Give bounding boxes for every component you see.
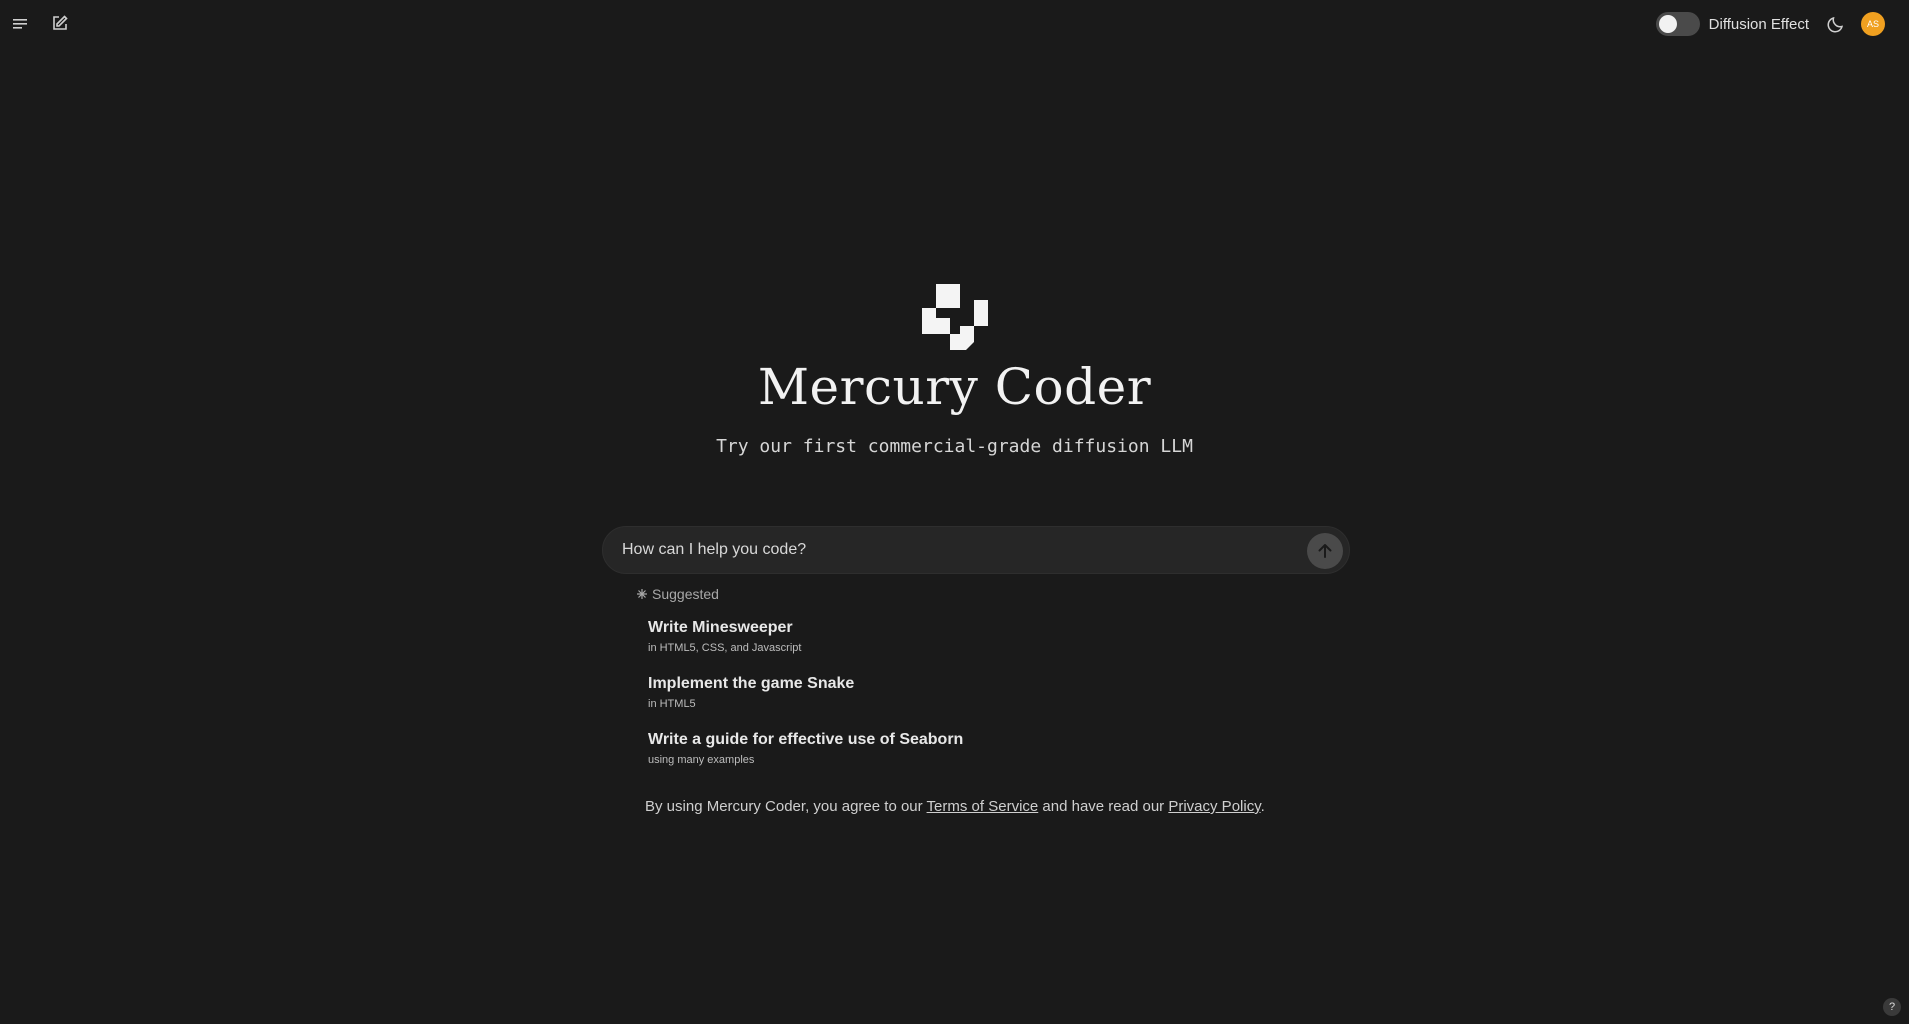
suggested-label: Suggested [652,586,719,602]
suggestion-title: Implement the game Snake [648,675,855,692]
send-button[interactable] [1307,533,1343,569]
moon-icon [1827,16,1844,33]
header-controls: Diffusion Effect AS [1655,10,1885,38]
suggestion-subtitle: using many examples [648,754,755,766]
menu-button[interactable] [9,12,33,36]
prompt-box [602,526,1350,574]
terms-suffix: . [1260,798,1265,815]
prompt-input[interactable] [622,527,1262,573]
toggle-knob [1658,15,1677,33]
terms-of-service-link[interactable]: Terms of Service [927,798,1039,815]
theme-toggle-button[interactable] [1825,13,1847,35]
privacy-policy-link[interactable]: Privacy Policy [1168,798,1260,815]
suggestion-subtitle: in HTML5, CSS, and Javascript [648,642,802,654]
diffusion-effect-label: Diffusion Effect [1708,15,1809,33]
suggestion-subtitle: in HTML5 [648,698,696,710]
arrow-up-icon [1318,544,1332,558]
suggestion-title: Write a guide for effective use of Seabo… [648,731,964,748]
suggestion-item[interactable]: Write a guide for effective use of Seabo… [648,731,963,787]
suggestion-title: Write Minesweeper [648,619,793,636]
suggestion-list: Write Minesweeper in HTML5, CSS, and Jav… [648,619,963,787]
edit-icon [53,15,68,30]
diffusion-effect-toggle[interactable] [1655,12,1700,36]
top-bar: Diffusion Effect AS [0,0,1909,48]
hero: Mercury Coder Try our first commercial-g… [0,284,1909,457]
new-chat-button[interactable] [48,11,72,35]
terms-middle: and have read our [1038,798,1169,815]
menu-icon [13,19,27,29]
mercury-logo [921,284,988,350]
page-title: Mercury Coder [757,358,1152,416]
suggestion-item[interactable]: Implement the game Snake in HTML5 [648,675,963,731]
terms-prefix: By using Mercury Coder, you agree to our [645,798,927,815]
suggested-heading: Suggested [636,586,719,602]
help-button[interactable]: ? [1883,998,1901,1016]
page-subtitle: Try our first commercial-grade diffusion… [716,436,1193,457]
avatar[interactable]: AS [1861,12,1885,36]
suggestion-item[interactable]: Write Minesweeper in HTML5, CSS, and Jav… [648,619,963,675]
sparkle-icon [637,589,647,599]
terms-notice: By using Mercury Coder, you agree to our… [645,798,1265,815]
